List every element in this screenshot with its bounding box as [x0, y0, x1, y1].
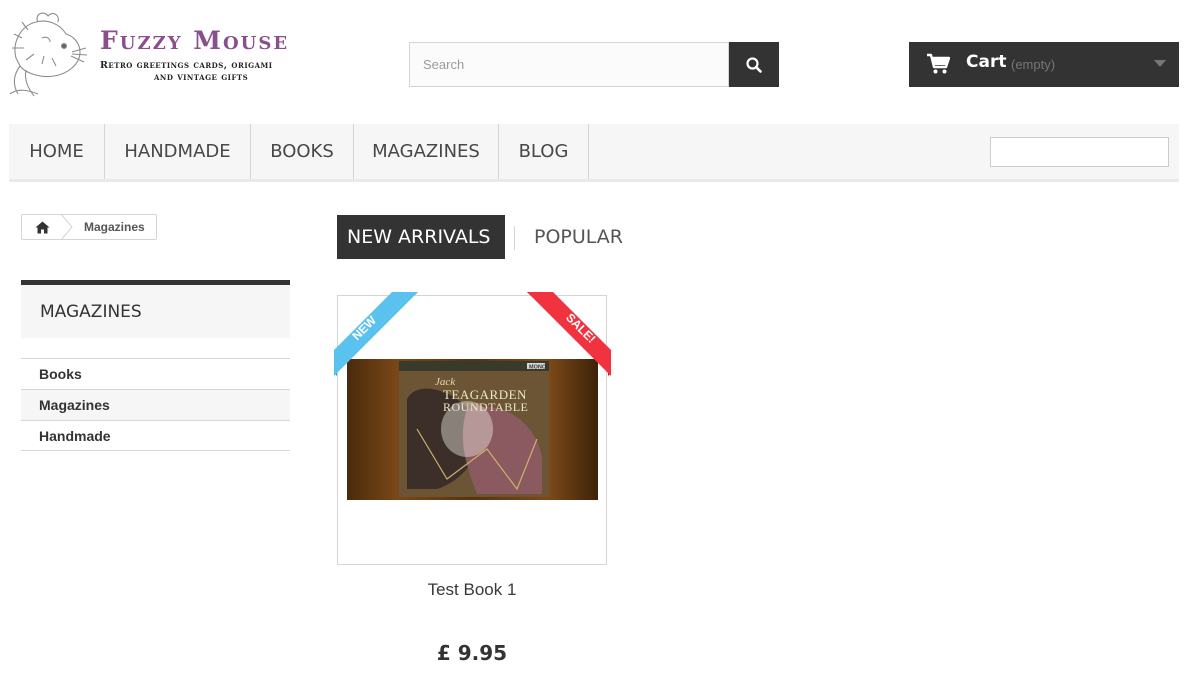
product-name-link[interactable]: Test Book 1 [337, 580, 607, 600]
chevron-down-icon[interactable] [1154, 60, 1166, 67]
breadcrumb-separator-icon [60, 214, 73, 240]
menu-item-label: HANDMADE [124, 141, 231, 162]
tab-label: POPULAR [534, 226, 623, 248]
cart-label: Cart [966, 52, 1007, 72]
menu-item-books[interactable]: BOOKS [251, 124, 354, 179]
sidebar-category-list: Books Magazines Handmade [21, 358, 290, 451]
menu-item-label: HOME [29, 141, 84, 162]
sidebar-item-handmade[interactable]: Handmade [21, 420, 290, 451]
tab-divider [514, 226, 515, 250]
sidebar-block-header: MAGAZINES [21, 280, 290, 338]
cover-title-text: ROUNDTABLE [443, 400, 528, 414]
search-input[interactable] [409, 42, 729, 87]
sidebar-item-books[interactable]: Books [21, 358, 290, 389]
sidebar-item-label: Magazines [39, 397, 110, 413]
breadcrumb-current: Magazines [84, 220, 145, 234]
menu-item-blog[interactable]: BLOG [499, 124, 589, 179]
search-form [409, 42, 779, 87]
main-menu: HOME HANDMADE BOOKS MAGAZINES BLOG [9, 124, 1179, 182]
search-icon [746, 56, 762, 73]
sidebar-item-magazines[interactable]: Magazines [21, 389, 290, 420]
sidebar-item-label: Books [39, 366, 82, 382]
brand-tagline: Retro greetings cards, origami [100, 60, 273, 71]
sale-badge: SALE! [527, 292, 611, 376]
cart-status: (empty) [1011, 57, 1056, 72]
new-badge: NEW [334, 292, 418, 376]
breadcrumb: Magazines [21, 214, 157, 240]
menu-item-label: BLOG [518, 141, 569, 162]
menu-item-magazines[interactable]: MAGAZINES [354, 124, 499, 179]
product-price: £ 9.95 [436, 641, 508, 665]
home-icon [35, 221, 49, 233]
menu-item-label: BOOKS [270, 141, 334, 162]
menu-item-handmade[interactable]: HANDMADE [105, 124, 251, 179]
menu-item-home[interactable]: HOME [9, 124, 105, 179]
menu-search-field[interactable] [990, 137, 1169, 167]
site-logo[interactable]: Fuzzy Mouse Retro greetings cards, origa… [8, 8, 330, 98]
tab-popular[interactable]: POPULAR [524, 215, 633, 259]
menu-item-label: MAGAZINES [372, 141, 480, 162]
mouse-logo-icon [9, 12, 88, 97]
tab-label: NEW ARRIVALS [347, 226, 491, 248]
search-button[interactable] [729, 42, 779, 87]
brand-tagline-2: and vintage gifts [154, 72, 249, 83]
shopping-cart-icon [927, 53, 950, 74]
cart-button[interactable]: Cart (empty) [909, 42, 1179, 87]
tab-new-arrivals[interactable]: NEW ARRIVALS [337, 215, 505, 259]
sidebar-item-label: Handmade [39, 427, 111, 444]
brand-name: Fuzzy Mouse [100, 26, 290, 55]
breadcrumb-home-link[interactable] [22, 215, 62, 239]
sidebar-title: MAGAZINES [40, 302, 142, 322]
